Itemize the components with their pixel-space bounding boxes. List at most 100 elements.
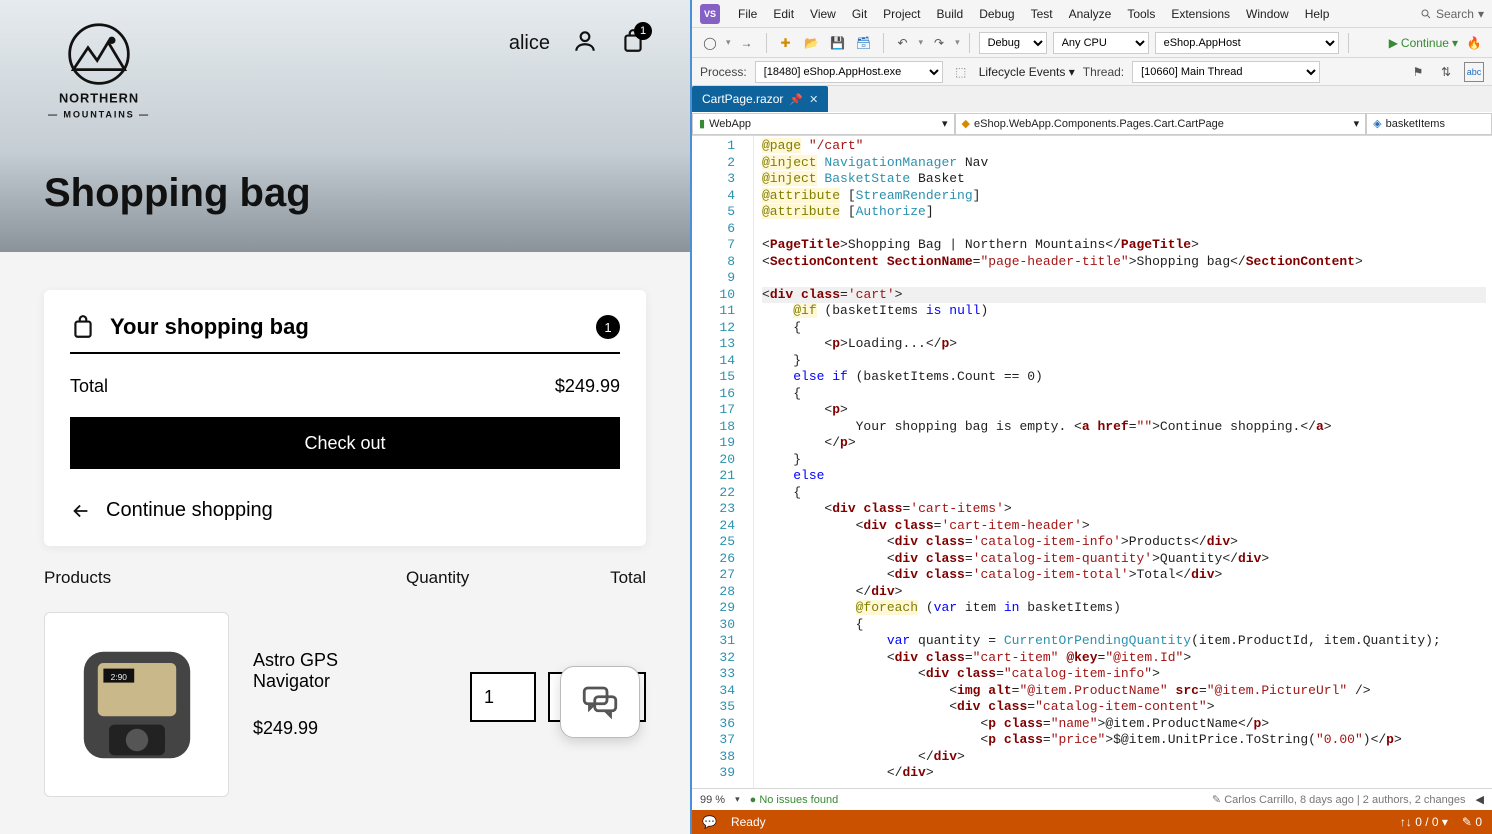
code-editor[interactable]: 1234567891011121314151617181920212223242… [692,136,1492,788]
code-line-31[interactable]: var quantity = CurrentOrPendingQuantity(… [762,633,1486,650]
undo-button[interactable]: ↶ [893,33,913,53]
code-line-36[interactable]: <p class="name">@item.ProductName</p> [762,716,1486,733]
code-line-24[interactable]: <div class='cart-item-header'> [762,518,1486,535]
code-line-32[interactable]: <div class="cart-item" @key="@item.Id"> [762,650,1486,667]
code-line-15[interactable]: else if (basketItems.Count == 0) [762,369,1486,386]
close-icon[interactable]: ✕ [809,93,818,106]
code-line-13[interactable]: <p>Loading...</p> [762,336,1486,353]
process-dropdown[interactable]: [18480] eShop.AppHost.exe [755,61,943,83]
redo-button[interactable]: ↷ [929,33,949,53]
menu-help[interactable]: Help [1297,3,1338,25]
code-line-10[interactable]: <div class='cart'> [762,287,1486,304]
lifecycle-icon[interactable]: ⬚ [951,62,971,82]
code-line-29[interactable]: @foreach (var item in basketItems) [762,600,1486,617]
menu-project[interactable]: Project [875,3,928,25]
code-line-14[interactable]: } [762,353,1486,370]
code-line-20[interactable]: } [762,452,1486,469]
code-line-6[interactable] [762,221,1486,238]
code-line-34[interactable]: <img alt="@item.ProductName" src="@item.… [762,683,1486,700]
code-line-11[interactable]: @if (basketItems is null) [762,303,1486,320]
code-line-12[interactable]: { [762,320,1486,337]
product-image[interactable]: 2:90 [44,612,229,797]
menu-view[interactable]: View [802,3,844,25]
status-output-icon[interactable]: 💬 [702,815,717,829]
hot-reload-button[interactable]: 🔥 [1464,33,1484,53]
code-line-26[interactable]: <div class='catalog-item-quantity'>Quant… [762,551,1486,568]
code-line-8[interactable]: <SectionContent SectionName="page-header… [762,254,1486,271]
code-line-16[interactable]: { [762,386,1486,403]
platform-dropdown[interactable]: Any CPU [1053,32,1149,54]
code-line-30[interactable]: { [762,617,1486,634]
continue-button[interactable]: ▶ Continue ▾ [1389,36,1458,50]
code-line-25[interactable]: <div class='catalog-item-info'>Products<… [762,534,1486,551]
code-line-18[interactable]: Your shopping bag is empty. <a href="">C… [762,419,1486,436]
issues-status[interactable]: ● No issues found [750,794,839,806]
code-line-3[interactable]: @inject BasketState Basket [762,171,1486,188]
debug-toolbar: Process: [18480] eShop.AppHost.exe ⬚ Lif… [692,58,1492,86]
abc-button[interactable]: abc [1464,62,1484,82]
menu-build[interactable]: Build [929,3,972,25]
lifecycle-label[interactable]: Lifecycle Events ▾ [979,65,1075,79]
code-body[interactable]: @page "/cart"@inject NavigationManager N… [754,136,1492,788]
code-line-39[interactable]: </div> [762,765,1486,782]
menu-extensions[interactable]: Extensions [1163,3,1238,25]
nav-project[interactable]: ▮WebApp▾ [692,113,955,135]
nav-scope[interactable]: ◆eShop.WebApp.Components.Pages.Cart.Cart… [955,113,1367,135]
code-line-21[interactable]: else [762,468,1486,485]
menu-tools[interactable]: Tools [1119,3,1163,25]
browser-panel: NORTHERN — MOUNTAINS — alice 1 Shopping … [0,0,690,834]
open-button[interactable]: 📂 [802,33,822,53]
search-box[interactable]: Search ▾ [1420,7,1484,21]
code-line-7[interactable]: <PageTitle>Shopping Bag | Northern Mount… [762,237,1486,254]
config-dropdown[interactable]: Debug [979,32,1047,54]
status-navigation[interactable]: ↑↓ 0 / 0 ▾ [1400,815,1448,829]
menu-debug[interactable]: Debug [971,3,1022,25]
code-line-38[interactable]: </div> [762,749,1486,766]
menu-edit[interactable]: Edit [765,3,802,25]
bag-icon[interactable]: 1 [620,28,646,59]
bag-badge: 1 [634,22,652,40]
code-line-19[interactable]: </p> [762,435,1486,452]
code-line-35[interactable]: <div class="catalog-item-content"> [762,699,1486,716]
continue-shopping-link[interactable]: Continue shopping [70,499,620,522]
code-line-22[interactable]: { [762,485,1486,502]
zoom-level[interactable]: 99 % [700,794,725,806]
code-line-9[interactable] [762,270,1486,287]
startup-project-dropdown[interactable]: eShop.AppHost [1155,32,1339,54]
menu-test[interactable]: Test [1023,3,1061,25]
code-line-33[interactable]: <div class="catalog-item-info"> [762,666,1486,683]
code-line-2[interactable]: @inject NavigationManager Nav [762,155,1486,172]
code-line-1[interactable]: @page "/cart" [762,138,1486,155]
code-line-23[interactable]: <div class='cart-items'> [762,501,1486,518]
back-button[interactable]: ◯ [700,33,720,53]
code-line-27[interactable]: <div class='catalog-item-total'>Total</d… [762,567,1486,584]
file-tab-cartpage[interactable]: CartPage.razor 📌 ✕ [692,86,828,112]
menu-git[interactable]: Git [844,3,875,25]
code-line-4[interactable]: @attribute [StreamRendering] [762,188,1486,205]
save-all-button[interactable]: 🗃 [854,33,874,53]
checkout-button[interactable]: Check out [70,417,620,469]
status-errors[interactable]: ✎ 0 [1462,815,1482,829]
codelens-blame[interactable]: ✎ Carlos Carrillo, 8 days ago | 2 author… [1212,793,1466,806]
code-line-5[interactable]: @attribute [Authorize] [762,204,1486,221]
chat-button[interactable] [560,666,640,738]
new-item-button[interactable]: ✚ [776,33,796,53]
menu-window[interactable]: Window [1238,3,1297,25]
process-label: Process: [700,65,747,79]
account-icon[interactable] [572,28,598,59]
thread-dropdown[interactable]: [10660] Main Thread [1132,61,1320,83]
forward-button[interactable]: → [737,33,757,53]
scroll-left-icon[interactable]: ◀ [1476,793,1484,806]
save-button[interactable]: 💾 [828,33,848,53]
summary-card: Your shopping bag 1 Total $249.99 Check … [44,290,646,546]
code-line-37[interactable]: <p class="price">$@item.UnitPrice.ToStri… [762,732,1486,749]
stackframe-icon[interactable]: ⇅ [1436,62,1456,82]
flag-icon[interactable]: ⚑ [1408,62,1428,82]
code-line-17[interactable]: <p> [762,402,1486,419]
pin-icon[interactable]: 📌 [789,93,803,106]
menu-analyze[interactable]: Analyze [1061,3,1120,25]
menu-file[interactable]: File [730,3,765,25]
code-line-28[interactable]: </div> [762,584,1486,601]
nav-member[interactable]: ◈basketItems [1366,113,1492,135]
quantity-input[interactable] [470,672,536,722]
